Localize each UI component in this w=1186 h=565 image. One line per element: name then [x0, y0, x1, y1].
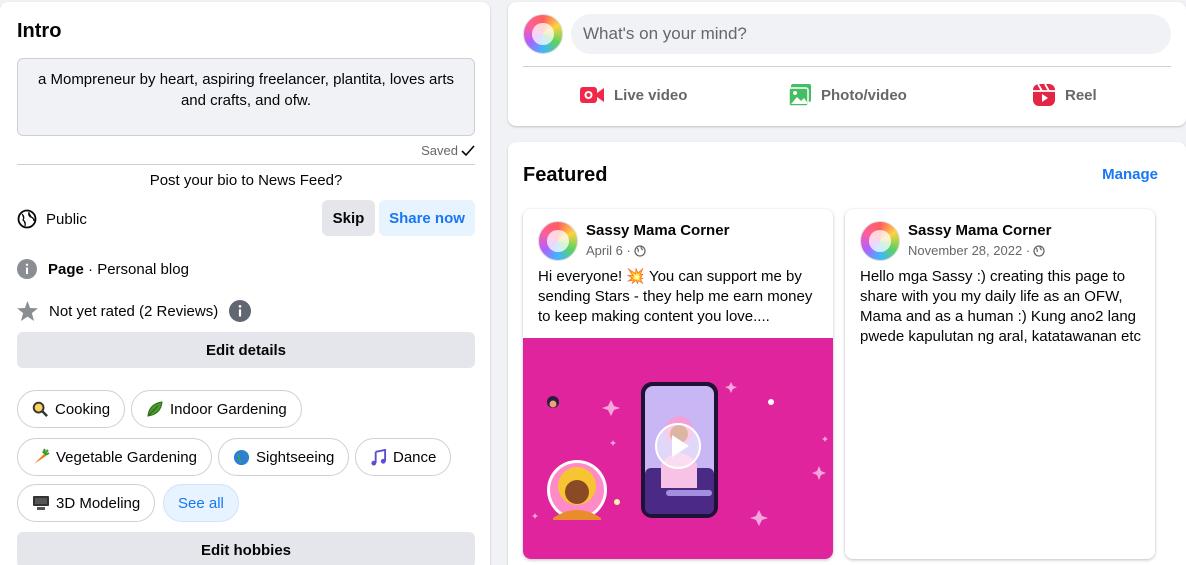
post-composer: What's on your mind? Live video Photo/vi… [508, 2, 1186, 126]
edit-details-button[interactable]: Edit details [17, 332, 475, 368]
photo-video-button[interactable]: Photo/video [788, 80, 907, 110]
post-media[interactable] [523, 338, 833, 559]
magnifier-icon [32, 401, 48, 417]
featured-post-card[interactable]: Sassy Mama Corner November 28, 2022 · He… [845, 209, 1155, 559]
page-category-row: Page · Personal blog [17, 259, 189, 279]
hobby-chip-3d-modeling[interactable]: 3D Modeling [17, 484, 156, 522]
rating-row: Not yet rated (2 Reviews) [17, 300, 252, 322]
divider [523, 66, 1171, 67]
page-category: · Personal blog [83, 260, 189, 278]
intro-title: Intro [17, 20, 62, 42]
featured-post-card[interactable]: Sassy Mama Corner April 6 · Hi everyone!… [523, 209, 833, 559]
avatar[interactable] [538, 221, 578, 261]
star-icon [17, 301, 38, 321]
page-label: Page [48, 260, 84, 278]
info-icon [17, 259, 37, 279]
hobby-chip-sightseeing[interactable]: Sightseeing [218, 438, 350, 476]
see-all-hobbies-button[interactable]: See all [163, 484, 239, 522]
privacy-selector[interactable]: Public [17, 209, 87, 229]
leaf-icon [147, 401, 163, 417]
live-video-icon [580, 87, 604, 103]
live-video-button[interactable]: Live video [579, 80, 687, 110]
bio-textarea[interactable]: a Mompreneur by heart, aspiring freelanc… [17, 58, 475, 136]
avatar[interactable] [523, 14, 563, 54]
avatar[interactable] [860, 221, 900, 261]
globe-icon [634, 244, 646, 257]
post-text: Hi everyone! 💥 You can support me by sen… [538, 268, 813, 325]
globe-icon [17, 209, 37, 229]
post-date: November 28, 2022 · [908, 243, 1045, 258]
hobby-chip-dance[interactable]: Dance [355, 438, 452, 476]
saved-label: Saved [421, 143, 458, 158]
reel-button[interactable]: Reel [1032, 80, 1097, 110]
post-date: April 6 · [586, 243, 646, 258]
post-author[interactable]: Sassy Mama Corner [586, 222, 729, 239]
intro-card: Intro a Mompreneur by heart, aspiring fr… [0, 2, 490, 565]
music-note-icon [371, 448, 387, 466]
globe-icon [1033, 244, 1045, 257]
rating-text: Not yet rated (2 Reviews) [49, 302, 219, 320]
bio-prompt: Post your bio to News Feed? [149, 172, 343, 189]
globe-icon [233, 449, 250, 465]
info-icon[interactable] [229, 300, 252, 322]
post-text: Hello mga Sassy :) creating this page to… [860, 268, 1142, 345]
hobby-chip-indoor-gardening[interactable]: Indoor Gardening [131, 390, 302, 428]
photo-icon [788, 84, 811, 107]
privacy-label: Public [46, 210, 87, 228]
carrot-icon [34, 448, 50, 464]
stars-illustration [532, 382, 828, 526]
hobby-chip-vegetable-gardening[interactable]: Vegetable Gardening [17, 438, 212, 476]
skip-button[interactable]: Skip [322, 200, 375, 236]
divider [17, 164, 475, 165]
whats-on-your-mind-input[interactable]: What's on your mind? [571, 14, 1171, 54]
hobby-chip-cooking[interactable]: Cooking [17, 390, 126, 428]
share-now-button[interactable]: Share now [379, 200, 475, 236]
featured-title: Featured [523, 164, 608, 186]
manage-link[interactable]: Manage [1102, 166, 1158, 183]
post-author[interactable]: Sassy Mama Corner [908, 222, 1051, 239]
saved-status: Saved [421, 143, 475, 158]
checkmark-icon [461, 144, 475, 156]
edit-hobbies-button[interactable]: Edit hobbies [17, 532, 475, 565]
featured-section: Featured Manage Sassy Mama Corner April … [508, 142, 1186, 565]
computer-icon [33, 496, 49, 510]
reel-icon [1033, 83, 1055, 106]
